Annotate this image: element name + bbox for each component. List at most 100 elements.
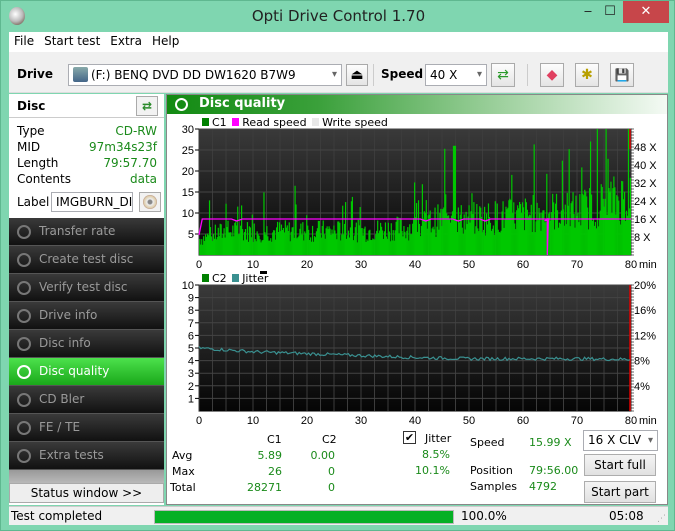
sidebar-item-extra-tests[interactable]: Extra tests: [9, 442, 164, 470]
disc-info: Type CD-RW MID 97m34s23f Length 79:57.70 Co…: [17, 124, 157, 188]
x-tick-label: 10: [247, 259, 259, 271]
sidebar-nav: Transfer rate Create test disc Verify te…: [9, 218, 164, 498]
nav-label: FE / TE: [39, 420, 81, 434]
stats-header-jitter: Jitter: [425, 432, 452, 445]
y-tick-label: 25: [182, 145, 194, 157]
progress-fill: [155, 511, 453, 523]
maximize-button[interactable]: ☐: [597, 1, 623, 23]
status-text: Test completed: [11, 509, 103, 523]
x-axis-label: min: [639, 259, 657, 271]
stats-header-c2: C2: [322, 433, 337, 446]
x-tick-label: 60: [517, 415, 529, 427]
disc-refresh-button[interactable]: ⇄: [136, 96, 158, 116]
speed-key: Speed: [470, 436, 505, 449]
charts-svg: 510152025300 10 20 30 40 50 60 70 80 min8 X16 X24…: [182, 124, 658, 427]
refresh-speed-button[interactable]: ⇄: [491, 63, 515, 87]
disc-icon: [17, 449, 31, 463]
y-tick-label: 20: [182, 166, 194, 178]
nav-label: Disc info: [39, 336, 91, 350]
jitter-checkbox[interactable]: ✔: [403, 431, 416, 444]
sidebar-item-fe-te[interactable]: FE / TE: [9, 414, 164, 442]
right-tick-label: 24 X: [634, 196, 657, 208]
info-value: CD-RW: [115, 124, 157, 138]
window-title: Opti Drive Control 1.70: [251, 7, 426, 25]
avg-c2: 0.00: [310, 449, 336, 462]
x-tick-label: 80: [625, 415, 637, 427]
avg-c1: 5.89: [257, 449, 283, 462]
disc-icon: [17, 337, 31, 351]
disc-info-row: MID 97m34s23f: [17, 140, 157, 156]
eject-icon: ⏏: [350, 67, 364, 83]
x-tick-label: 40: [409, 415, 421, 427]
toolbar-separator: [527, 64, 528, 86]
speed-select[interactable]: 40 X ▾: [425, 64, 487, 86]
menu-start-test[interactable]: Start test: [39, 32, 105, 50]
avg-jitter: 8.5%: [422, 448, 450, 461]
sidebar-item-cd-bler[interactable]: CD Bler: [9, 386, 164, 414]
start-full-button[interactable]: Start full: [584, 454, 656, 476]
refresh-icon: ⇄: [141, 99, 153, 113]
position-key: Position: [470, 464, 513, 477]
stats-row-label: Max: [172, 465, 195, 478]
sidebar-item-drive-info[interactable]: Drive info: [9, 302, 164, 330]
right-tick-label: 20%: [634, 280, 656, 292]
disc-icon: [17, 393, 31, 407]
menu-help[interactable]: Help: [147, 32, 184, 50]
nav-label: Drive info: [39, 308, 98, 322]
disc-header: Disc ⇄: [9, 94, 164, 118]
close-button[interactable]: ✕: [623, 1, 669, 23]
save-button[interactable]: 💾: [610, 63, 634, 87]
disc-icon: [17, 253, 31, 267]
max-jitter: 10.1%: [415, 464, 450, 477]
drive-select[interactable]: (F:) BENQ DVD DD DW1620 B7W9 ▾: [68, 64, 342, 86]
info-key: Contents: [17, 172, 71, 186]
y-tick-label: 6: [188, 330, 194, 342]
elapsed-time: 05:08: [609, 509, 644, 523]
status-window-button[interactable]: Status window >>: [9, 483, 164, 503]
settings-button[interactable]: ✱: [575, 63, 599, 87]
y-tick-label: 15: [182, 187, 194, 199]
chevron-down-icon: ▾: [331, 69, 337, 80]
nav-label: Disc quality: [39, 364, 110, 378]
x-tick-label: 20: [301, 259, 313, 271]
resize-grip-icon[interactable]: ⋰: [657, 514, 666, 524]
chevron-down-icon: ▾: [647, 435, 653, 446]
right-tick-label: 4%: [634, 381, 650, 393]
y-tick-label: 10: [182, 208, 194, 220]
menu-file[interactable]: File: [9, 32, 39, 50]
x-tick-label: 80: [625, 259, 637, 271]
sidebar-item-disc-quality[interactable]: Disc quality: [9, 358, 164, 386]
jitter-marker: [260, 271, 267, 274]
erase-button[interactable]: ◆: [540, 63, 564, 87]
settings-icon: ✱: [581, 67, 593, 83]
disc-label-button[interactable]: [139, 192, 161, 212]
title-bar: Opti Drive Control 1.70 ‒ ☐ ✕: [1, 1, 675, 31]
drive-label: Drive: [17, 67, 53, 81]
y-tick-label: 5: [188, 343, 194, 355]
eject-button[interactable]: ⏏: [346, 64, 368, 86]
y-tick-label: 5: [188, 229, 194, 241]
menu-extra[interactable]: Extra: [105, 32, 147, 50]
y-tick-label: 1: [188, 393, 194, 405]
y-tick-label: 4: [188, 356, 194, 368]
y-tick-label: 3: [188, 368, 194, 380]
test-speed-select[interactable]: 16 X CLV ▾: [583, 430, 658, 451]
sidebar-item-transfer-rate[interactable]: Transfer rate: [9, 218, 164, 246]
total-c1: 28271: [247, 481, 282, 494]
sidebar-item-verify-test-disc[interactable]: Verify test disc: [9, 274, 164, 302]
y-tick-label: 7: [188, 318, 194, 330]
disc-icon: [17, 281, 31, 295]
disc-label-input[interactable]: IMGBURN_DIS: [51, 192, 133, 212]
x-tick-label: 60: [517, 259, 529, 271]
disc-icon: [17, 225, 31, 239]
sidebar-item-create-test-disc[interactable]: Create test disc: [9, 246, 164, 274]
max-c2: 0: [328, 465, 335, 478]
disc-icon: [17, 309, 31, 323]
sidebar-item-disc-info[interactable]: Disc info: [9, 330, 164, 358]
start-part-button[interactable]: Start part: [584, 481, 656, 503]
stats-row-label: Avg: [172, 449, 193, 462]
test-speed-value: 16 X CLV: [588, 433, 642, 447]
right-tick-label: 16 X: [634, 214, 657, 226]
right-tick-label: 32 X: [634, 178, 657, 190]
x-axis-label: min: [639, 415, 657, 427]
